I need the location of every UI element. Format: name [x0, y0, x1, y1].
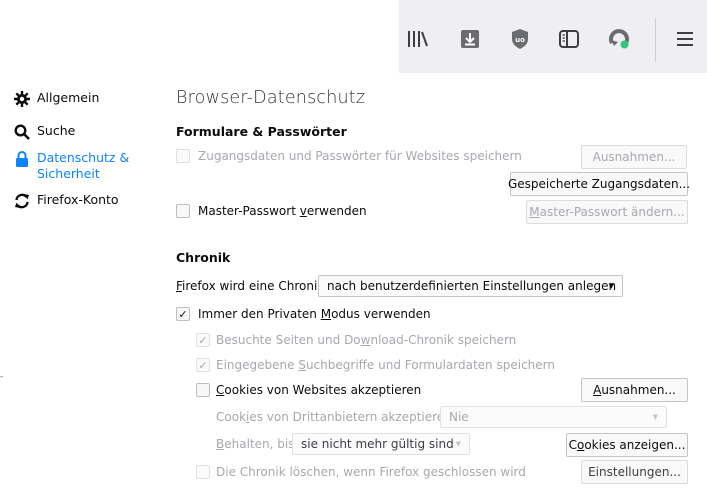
remember-search-label: Eingegebene Suchbegriffe und Formulardat…: [216, 358, 555, 372]
dropdown-arrow-icon: ▼: [608, 282, 614, 290]
history-mode-select-value: nach benutzerdefinierten Einstellungen a…: [327, 279, 617, 293]
sidebar-item-privacy[interactable]: Datenschutz & Sicherheit: [13, 150, 147, 182]
clear-settings-button[interactable]: Einstellungen...: [581, 460, 688, 484]
master-password-checkbox[interactable]: [176, 204, 190, 218]
section-heading-forms: Formulare & Passwörter: [176, 124, 347, 139]
sidebar-item-firefox-account[interactable]: Firefox-Konto: [13, 192, 119, 210]
dropdown-arrow-icon: ▼: [652, 413, 658, 421]
master-password-label: Master-Passwort verwenden: [198, 204, 367, 218]
ublock-icon[interactable]: uo: [507, 26, 533, 52]
save-logins-checkbox[interactable]: [176, 149, 190, 163]
history-mode-select[interactable]: nach benutzerdefinierten Einstellungen a…: [318, 275, 623, 297]
library-icon[interactable]: [405, 26, 431, 52]
accept-cookies-checkbox[interactable]: [196, 383, 210, 397]
remember-history-label: Besuchte Seiten und Download-Chronik spe…: [216, 333, 517, 347]
third-party-cookies-select[interactable]: Nie ▼: [440, 406, 667, 428]
svg-text:uo: uo: [515, 36, 525, 44]
cookie-exceptions-button[interactable]: Ausnahmen...: [581, 378, 688, 402]
dropdown-arrow-icon: ▼: [455, 440, 461, 448]
sidebar-item-label: Firefox-Konto: [37, 192, 119, 207]
remember-search-checkbox[interactable]: ✓: [196, 358, 210, 372]
save-logins-label: Zugangsdaten und Passwörter für Websites…: [198, 149, 522, 163]
clear-on-close-label: Die Chronik löschen, wenn Firefox geschl…: [216, 465, 526, 479]
sidebar-icon[interactable]: [556, 26, 582, 52]
remember-history-checkbox[interactable]: ✓: [196, 333, 210, 347]
sidebar-item-general[interactable]: Allgemein: [13, 90, 99, 108]
section-heading-history: Chronik: [176, 250, 231, 265]
keep-until-select-value: sie nicht mehr gültig sind: [301, 437, 454, 451]
edge-mark: -: [0, 372, 4, 382]
logins-exceptions-button[interactable]: Ausnahmen...: [581, 145, 687, 169]
toolbar-separator: [655, 18, 656, 62]
private-mode-label: Immer den Privaten Modus verwenden: [198, 307, 431, 321]
sidebar-item-search[interactable]: Suche: [13, 123, 75, 141]
third-party-cookies-label: Cookies von Drittanbietern akzeptieren:: [216, 410, 456, 424]
sync-icon: [13, 192, 31, 210]
third-party-cookies-select-value: Nie: [449, 410, 469, 424]
sidebar-item-label: Suche: [37, 123, 76, 138]
keep-until-select[interactable]: sie nicht mehr gültig sind ▼: [292, 433, 470, 455]
browser-toolbar: uo: [399, 0, 707, 73]
change-master-password-button[interactable]: Master-Passwort ändern...: [526, 200, 688, 224]
show-cookies-button[interactable]: Co okies anzeigen...: [566, 433, 688, 457]
sync-icon[interactable]: [606, 26, 632, 52]
lock-icon: [13, 150, 31, 168]
history-mode-label: Firefox wird eine Chronik: [176, 279, 325, 293]
clear-on-close-checkbox[interactable]: [196, 465, 210, 479]
sidebar-item-label: Allgemein: [37, 90, 100, 105]
gear-icon: [13, 90, 31, 108]
keep-until-label: Behalten, bis: [216, 437, 295, 451]
search-icon: [13, 123, 31, 141]
hamburger-menu-icon[interactable]: [672, 26, 698, 52]
private-mode-checkbox[interactable]: ✓: [176, 307, 190, 321]
page-title: Browser-Datenschutz: [176, 88, 366, 108]
accept-cookies-label: Cookies von Websites akzeptieren: [216, 383, 422, 397]
saved-logins-button[interactable]: Gespeicherte Zugangsdaten...: [508, 172, 690, 196]
sidebar-item-label: Datenschutz & Sicherheit: [37, 150, 130, 181]
download-icon[interactable]: [457, 26, 483, 52]
